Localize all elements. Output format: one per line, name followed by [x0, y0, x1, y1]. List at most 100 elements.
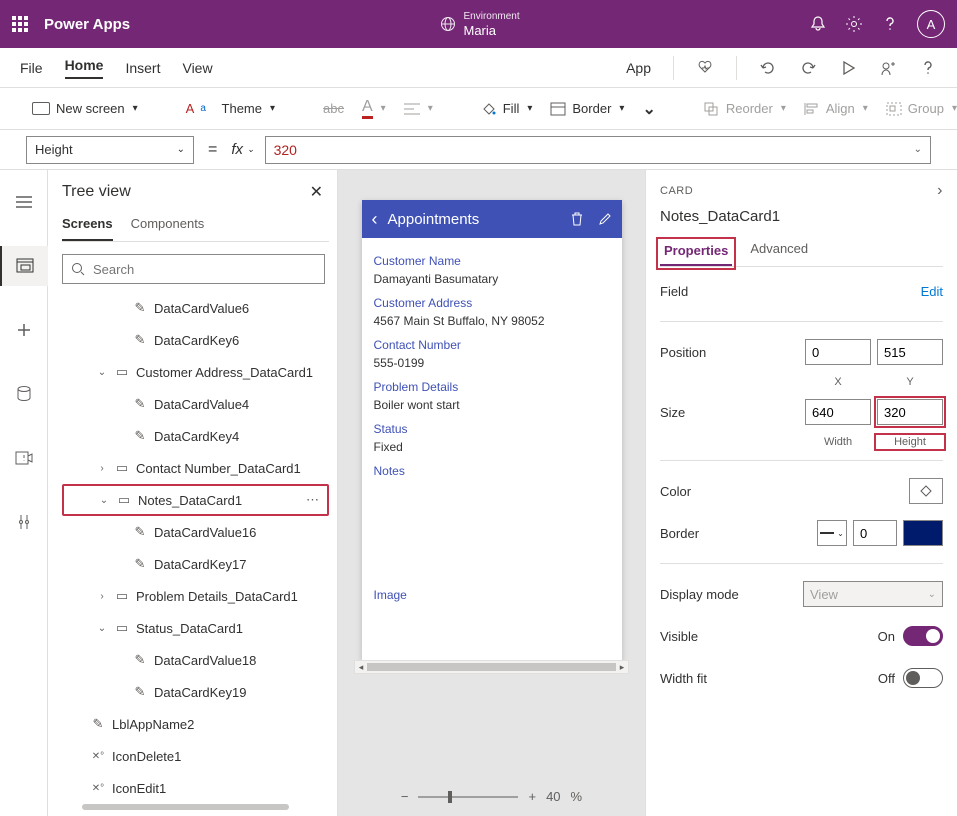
- help-icon-2[interactable]: [919, 59, 937, 77]
- search-icon: [71, 262, 85, 276]
- field-label: Notes: [374, 462, 610, 480]
- tree-item[interactable]: ✎LblAppName2: [62, 708, 329, 740]
- rail-hamburger[interactable]: [0, 182, 48, 222]
- menu-file[interactable]: File: [20, 60, 43, 76]
- prop-pos-x-input[interactable]: [805, 339, 871, 365]
- formula-input[interactable]: 320⌄: [265, 136, 931, 164]
- prop-pos-y-input[interactable]: [877, 339, 943, 365]
- zoom-out-button[interactable]: −: [401, 789, 409, 804]
- tree-item[interactable]: ✎DataCardKey6: [62, 324, 329, 356]
- prop-widthfit-label: Width fit: [660, 671, 707, 686]
- visible-toggle[interactable]: [903, 626, 943, 646]
- tree-item[interactable]: ✎DataCardValue16: [62, 516, 329, 548]
- color-swatch[interactable]: [909, 478, 943, 504]
- rail-tree[interactable]: [0, 246, 48, 286]
- field-label: Customer Name: [374, 252, 610, 270]
- zoom-slider[interactable]: [418, 796, 518, 798]
- tree-item[interactable]: ›▭Problem Details_DataCard1: [62, 580, 329, 612]
- app-preview[interactable]: ‹ Appointments Customer Name Damayanti B…: [362, 200, 622, 660]
- expand-button[interactable]: ⌄: [636, 95, 661, 123]
- prop-field-label: Field: [660, 284, 688, 299]
- prop-tab-advanced[interactable]: Advanced: [750, 241, 808, 266]
- play-icon[interactable]: [839, 59, 857, 77]
- rail-insert[interactable]: [0, 310, 48, 350]
- chevron-right-icon[interactable]: ›: [937, 182, 943, 200]
- display-mode-select[interactable]: View⌄: [803, 581, 943, 607]
- top-bar: Power Apps Environment Maria A: [0, 0, 957, 48]
- trash-icon[interactable]: [570, 211, 584, 227]
- rail-media[interactable]: [0, 438, 48, 478]
- strike-button[interactable]: abc: [317, 97, 350, 120]
- border-color-swatch[interactable]: [903, 520, 943, 546]
- group-button[interactable]: Group▾: [880, 97, 957, 120]
- undo-icon[interactable]: [759, 59, 777, 77]
- tree-item[interactable]: ✎DataCardKey4: [62, 420, 329, 452]
- paint-icon: [918, 483, 934, 499]
- theme-button[interactable]: Aa Theme▾: [180, 97, 281, 120]
- tree-item[interactable]: ⌄▭Customer Address_DataCard1: [62, 356, 329, 388]
- environment-name: Maria: [464, 24, 520, 38]
- tree-item[interactable]: ✎DataCardValue18: [62, 644, 329, 676]
- canvas-h-scrollbar[interactable]: ◂▸: [354, 660, 629, 674]
- back-icon[interactable]: ‹: [372, 209, 378, 230]
- tree-close-button[interactable]: ✕: [310, 182, 323, 202]
- tree-tab-screens[interactable]: Screens: [62, 216, 113, 241]
- tree-search[interactable]: [62, 254, 325, 284]
- sublabel: Height: [877, 436, 943, 448]
- font-color-button[interactable]: A▾: [356, 94, 392, 123]
- zoom-in-button[interactable]: +: [528, 789, 536, 804]
- tree-item[interactable]: ✕°IconEdit1: [62, 772, 329, 800]
- widthfit-toggle[interactable]: [903, 668, 943, 688]
- more-icon[interactable]: ⋯: [306, 492, 327, 508]
- tree-search-input[interactable]: [93, 262, 316, 277]
- prop-border-label: Border: [660, 526, 699, 541]
- property-select[interactable]: Height⌄: [26, 136, 194, 164]
- prop-edit-link[interactable]: Edit: [921, 284, 943, 299]
- tree-item[interactable]: ✎DataCardValue4: [62, 388, 329, 420]
- gear-icon[interactable]: [845, 15, 863, 33]
- tree-item[interactable]: ⌄▭Status_DataCard1: [62, 612, 329, 644]
- tree-item-selected[interactable]: ⌄▭Notes_DataCard1⋯: [62, 484, 329, 516]
- help-icon[interactable]: [881, 15, 899, 33]
- fill-button[interactable]: Fill▾: [475, 97, 539, 121]
- new-screen-button[interactable]: New screen▾: [26, 97, 144, 120]
- align-button[interactable]: Align▾: [798, 97, 874, 120]
- prop-size-label: Size: [660, 405, 685, 420]
- tree-item[interactable]: ✎DataCardKey17: [62, 548, 329, 580]
- health-icon[interactable]: [696, 59, 714, 77]
- align-text-button[interactable]: ▾: [398, 98, 439, 120]
- reorder-button[interactable]: Reorder▾: [698, 97, 792, 120]
- fx-button[interactable]: fx⌄: [231, 141, 254, 158]
- tree-h-scrollbar[interactable]: [82, 804, 289, 810]
- menu-view[interactable]: View: [182, 60, 212, 76]
- menu-insert[interactable]: Insert: [125, 60, 160, 76]
- menu-home[interactable]: Home: [65, 57, 104, 79]
- tree-item[interactable]: ✎DataCardValue6: [62, 292, 329, 324]
- tree-item[interactable]: ✎DataCardKey19: [62, 676, 329, 708]
- rail-data[interactable]: [0, 374, 48, 414]
- bell-icon[interactable]: [809, 15, 827, 33]
- prop-height-input[interactable]: [877, 399, 943, 425]
- menu-app[interactable]: App: [626, 60, 651, 76]
- tree-tab-components[interactable]: Components: [131, 216, 205, 241]
- border-icon: [550, 102, 566, 116]
- rail-tools[interactable]: [0, 502, 48, 542]
- border-style-select[interactable]: ⌄: [817, 520, 847, 546]
- tree-item[interactable]: ✕°IconDelete1: [62, 740, 329, 772]
- tree-title: Tree view: [62, 183, 131, 201]
- environment-picker[interactable]: Environment Maria: [420, 10, 520, 38]
- field-value: Fixed: [374, 438, 610, 456]
- share-icon[interactable]: [879, 59, 897, 77]
- border-width-input[interactable]: [853, 520, 897, 546]
- menu-bar: File Home Insert View App: [0, 48, 957, 88]
- prop-width-input[interactable]: [805, 399, 871, 425]
- waffle-icon[interactable]: [12, 16, 28, 32]
- zoom-value: 40: [546, 789, 560, 804]
- toggle-text: Off: [878, 671, 895, 686]
- border-button[interactable]: Border▾: [544, 97, 630, 120]
- redo-icon[interactable]: [799, 59, 817, 77]
- edit-icon[interactable]: [598, 212, 612, 226]
- prop-tab-properties[interactable]: Properties: [660, 241, 732, 266]
- avatar[interactable]: A: [917, 10, 945, 38]
- tree-item[interactable]: ›▭Contact Number_DataCard1: [62, 452, 329, 484]
